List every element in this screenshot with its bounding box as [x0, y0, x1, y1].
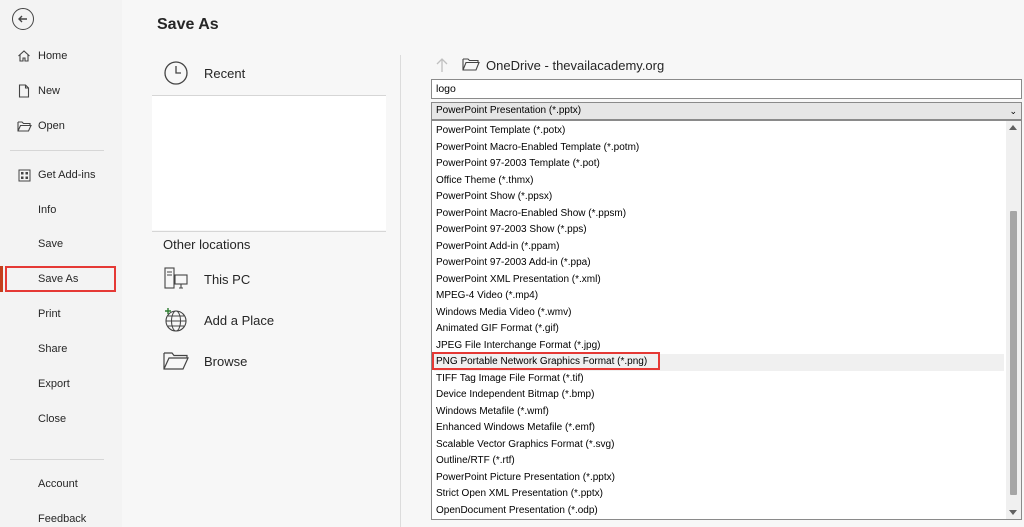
- nav-account[interactable]: Account: [0, 471, 122, 497]
- chevron-down-icon: ⌄: [1009, 106, 1017, 116]
- file-type-option[interactable]: TIFF Tag Image File Format (*.tif): [434, 371, 1004, 388]
- folder-icon: [162, 347, 190, 375]
- scrollbar-thumb[interactable]: [1010, 211, 1017, 495]
- file-type-option[interactable]: PowerPoint Show (*.ppsx): [434, 189, 1004, 206]
- nav-share[interactable]: Share: [0, 336, 122, 362]
- file-type-option[interactable]: PowerPoint 97-2003 Template (*.pot): [434, 156, 1004, 173]
- nav-open[interactable]: Open: [0, 113, 122, 139]
- file-type-option[interactable]: PowerPoint 97-2003 Show (*.pps): [434, 222, 1004, 239]
- locations-divider: [152, 231, 386, 232]
- arrow-up-icon[interactable]: [435, 57, 449, 73]
- file-type-option[interactable]: Outline/RTF (*.rtf): [434, 453, 1004, 470]
- save-as-highlight-box: [5, 266, 116, 292]
- file-type-option[interactable]: Windows Media Video (*.wmv): [434, 305, 1004, 322]
- folder-path[interactable]: OneDrive - thevailacademy.org: [462, 57, 664, 74]
- nav-feedback[interactable]: Feedback: [0, 506, 122, 527]
- file-type-option[interactable]: PowerPoint Picture Presentation (*.pptx): [434, 470, 1004, 487]
- nav-close[interactable]: Close: [0, 406, 122, 432]
- location-this-pc[interactable]: This PC: [162, 265, 250, 293]
- nav-get-addins[interactable]: Get Add-ins: [0, 162, 122, 188]
- file-type-option[interactable]: PowerPoint Macro-Enabled Template (*.pot…: [434, 140, 1004, 157]
- nav-new[interactable]: New: [0, 78, 122, 104]
- grid-icon: [16, 167, 32, 183]
- pane-divider: [400, 55, 401, 527]
- file-type-option[interactable]: Windows Metafile (*.wmf): [434, 404, 1004, 421]
- file-type-option[interactable]: PowerPoint 97-2003 Add-in (*.ppa): [434, 255, 1004, 272]
- folder-icon: [462, 57, 480, 74]
- location-add-place[interactable]: Add a Place: [162, 306, 274, 334]
- backstage-nav: Home New Open Get Add-ins Info Save Save…: [0, 0, 122, 527]
- home-icon: [16, 48, 32, 64]
- new-doc-icon: [16, 83, 32, 99]
- file-type-option[interactable]: PowerPoint Add-in (*.ppam): [434, 239, 1004, 256]
- computer-icon: [162, 265, 190, 293]
- file-type-option[interactable]: Device Independent Bitmap (*.bmp): [434, 387, 1004, 404]
- nav-save[interactable]: Save: [0, 231, 122, 257]
- file-type-dropdown: PowerPoint Template (*.potx) PowerPoint …: [431, 120, 1022, 520]
- nav-divider: [10, 459, 104, 460]
- location-browse[interactable]: Browse: [162, 347, 247, 375]
- other-locations-heading: Other locations: [163, 237, 251, 252]
- page-title: Save As: [157, 16, 219, 33]
- nav-divider: [10, 150, 104, 151]
- file-type-option[interactable]: PowerPoint Template (*.potx): [434, 123, 1004, 140]
- file-type-option[interactable]: Office Theme (*.thmx): [434, 173, 1004, 190]
- file-type-option[interactable]: Enhanced Windows Metafile (*.emf): [434, 420, 1004, 437]
- back-button[interactable]: [12, 8, 34, 30]
- clock-icon: [162, 59, 190, 87]
- file-type-option[interactable]: Scalable Vector Graphics Format (*.svg): [434, 437, 1004, 454]
- folder-open-icon: [16, 118, 32, 134]
- dropdown-scrollbar[interactable]: [1006, 121, 1021, 519]
- location-recent[interactable]: Recent: [162, 59, 245, 87]
- globe-add-icon: [162, 306, 190, 334]
- png-option-highlight-box: [432, 352, 660, 370]
- arrow-left-icon: [18, 15, 27, 23]
- filename-input[interactable]: [431, 79, 1022, 99]
- file-type-option[interactable]: Animated GIF Format (*.gif): [434, 321, 1004, 338]
- recent-locations-area: [152, 96, 386, 230]
- file-type-option[interactable]: MPEG-4 Video (*.mp4): [434, 288, 1004, 305]
- scroll-up-icon[interactable]: [1009, 125, 1017, 130]
- nav-home[interactable]: Home: [0, 43, 122, 69]
- file-type-option[interactable]: PowerPoint XML Presentation (*.xml): [434, 272, 1004, 289]
- file-type-select[interactable]: PowerPoint Presentation (*.pptx) ⌄: [431, 102, 1022, 120]
- file-type-option[interactable]: Strict Open XML Presentation (*.pptx): [434, 486, 1004, 503]
- nav-export[interactable]: Export: [0, 371, 122, 397]
- scroll-down-icon[interactable]: [1009, 510, 1017, 515]
- nav-print[interactable]: Print: [0, 301, 122, 327]
- file-type-option[interactable]: PowerPoint Macro-Enabled Show (*.ppsm): [434, 206, 1004, 223]
- nav-info[interactable]: Info: [0, 197, 122, 223]
- file-type-option[interactable]: OpenDocument Presentation (*.odp): [434, 503, 1004, 520]
